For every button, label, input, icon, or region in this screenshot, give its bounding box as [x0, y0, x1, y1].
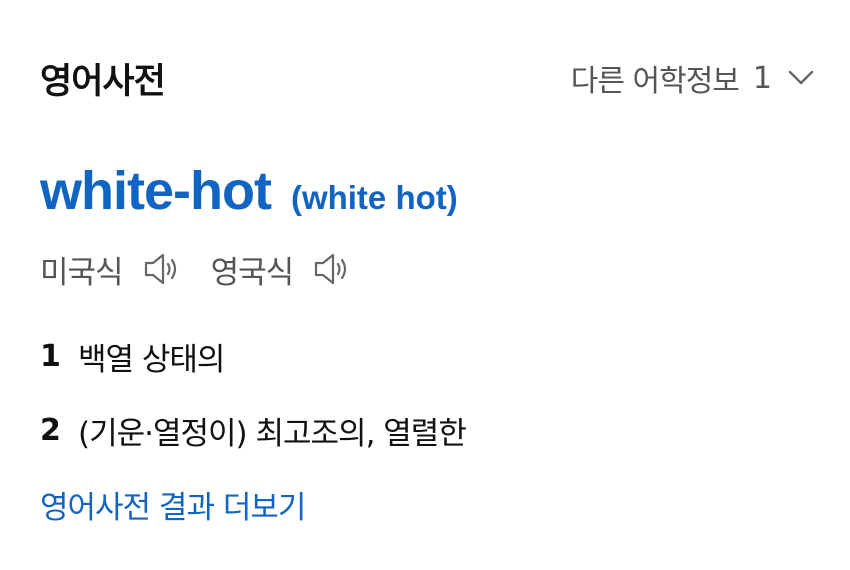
more-languages-toggle[interactable]: 다른 어학정보 1 [571, 56, 816, 100]
headword-row: white-hot (white hot) [40, 160, 458, 230]
dictionary-card: 영어사전 다른 어학정보 1 white-hot (white hot) 미국식… [0, 0, 850, 570]
pronunciation-label-uk: 영국식 [210, 254, 295, 291]
meaning-number: 1 [40, 338, 61, 374]
chevron-down-icon [786, 63, 816, 93]
speaker-icon[interactable] [311, 248, 353, 290]
meaning-item: 2 (기운·열정이) 최고조의, 열렬한 [40, 404, 810, 456]
meaning-item: 1 백열 상태의 [40, 330, 810, 382]
more-languages-count: 1 [752, 60, 772, 96]
meaning-text: (기운·열정이) 최고조의, 열렬한 [78, 415, 467, 452]
more-languages-label: 다른 어학정보 [570, 64, 740, 99]
more-results-link[interactable]: 영어사전 결과 더보기 [40, 482, 306, 527]
section-title: 영어사전 [40, 61, 166, 102]
headword[interactable]: white-hot [40, 160, 272, 222]
meaning-list: 1 백열 상태의 2 (기운·열정이) 최고조의, 열렬한 [40, 330, 810, 478]
meaning-text: 백열 상태의 [78, 341, 225, 378]
speaker-icon[interactable] [141, 248, 183, 290]
meaning-number: 2 [40, 412, 61, 448]
pronunciation-label-us: 미국식 [40, 254, 124, 291]
dictionary-header: 영어사전 다른 어학정보 1 [40, 52, 816, 104]
pronunciation-row: 미국식 영국식 [40, 244, 381, 294]
headword-variant: (white hot) [290, 179, 458, 216]
